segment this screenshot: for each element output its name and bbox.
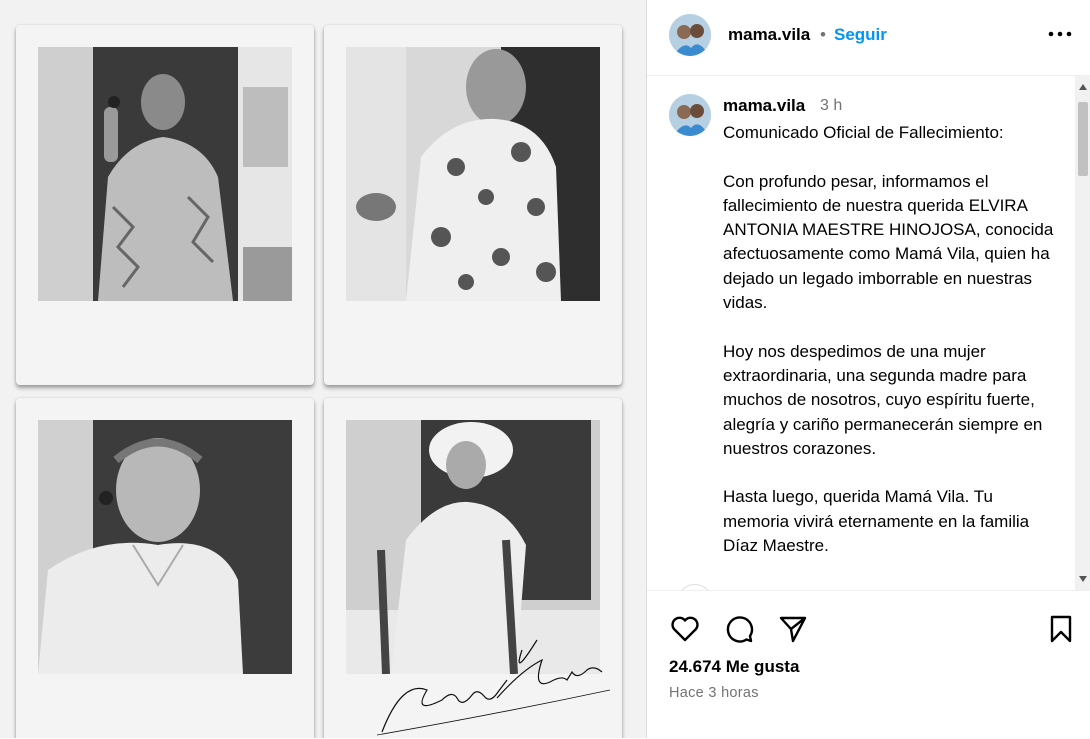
photo-woman-portrait (38, 420, 292, 674)
mama-vila-signature (376, 639, 611, 736)
scroll-thumb[interactable] (1078, 102, 1088, 176)
comment-icon[interactable] (723, 613, 755, 645)
caption-scrollbar[interactable] (1075, 76, 1090, 590)
photo-woman-waving (38, 47, 292, 301)
post-media[interactable] (0, 0, 646, 738)
polaroid-frame (16, 25, 314, 385)
post-caption: Comunicado Oficial de Fallecimiento: Con… (723, 123, 1054, 556)
like-count[interactable]: 24.674 Me gusta (669, 657, 799, 677)
photo-woman-laughing (346, 47, 600, 301)
scroll-up-arrow-icon[interactable] (1079, 84, 1087, 90)
heart-icon[interactable] (669, 613, 701, 645)
scroll-down-arrow-icon[interactable] (1079, 576, 1087, 582)
share-icon[interactable] (777, 613, 809, 645)
posted-ago[interactable]: Hace 3 horas (669, 685, 759, 701)
action-bar: 24.674 Me gusta Hace 3 horas (647, 590, 1090, 739)
caption-username[interactable]: mama.vila (723, 96, 805, 116)
avatar[interactable] (669, 94, 711, 136)
polaroid-frame (16, 398, 314, 738)
polaroid-frame (324, 25, 622, 385)
more-options-icon[interactable] (1047, 24, 1073, 44)
post-header: mama.vila • Seguir (647, 0, 1090, 76)
header-username[interactable]: mama.vila (728, 25, 810, 45)
caption-area: mama.vila 3 h Comunicado Oficial de Fall… (647, 76, 1075, 590)
avatar[interactable] (669, 14, 711, 56)
bookmark-icon[interactable] (1045, 613, 1077, 645)
separator-dot: • (820, 25, 826, 44)
post-time[interactable]: 3 h (820, 97, 842, 115)
post-panel: mama.vila • Seguir mama.vila 3 h Comunic… (646, 0, 1090, 738)
follow-button[interactable]: Seguir (834, 25, 887, 45)
